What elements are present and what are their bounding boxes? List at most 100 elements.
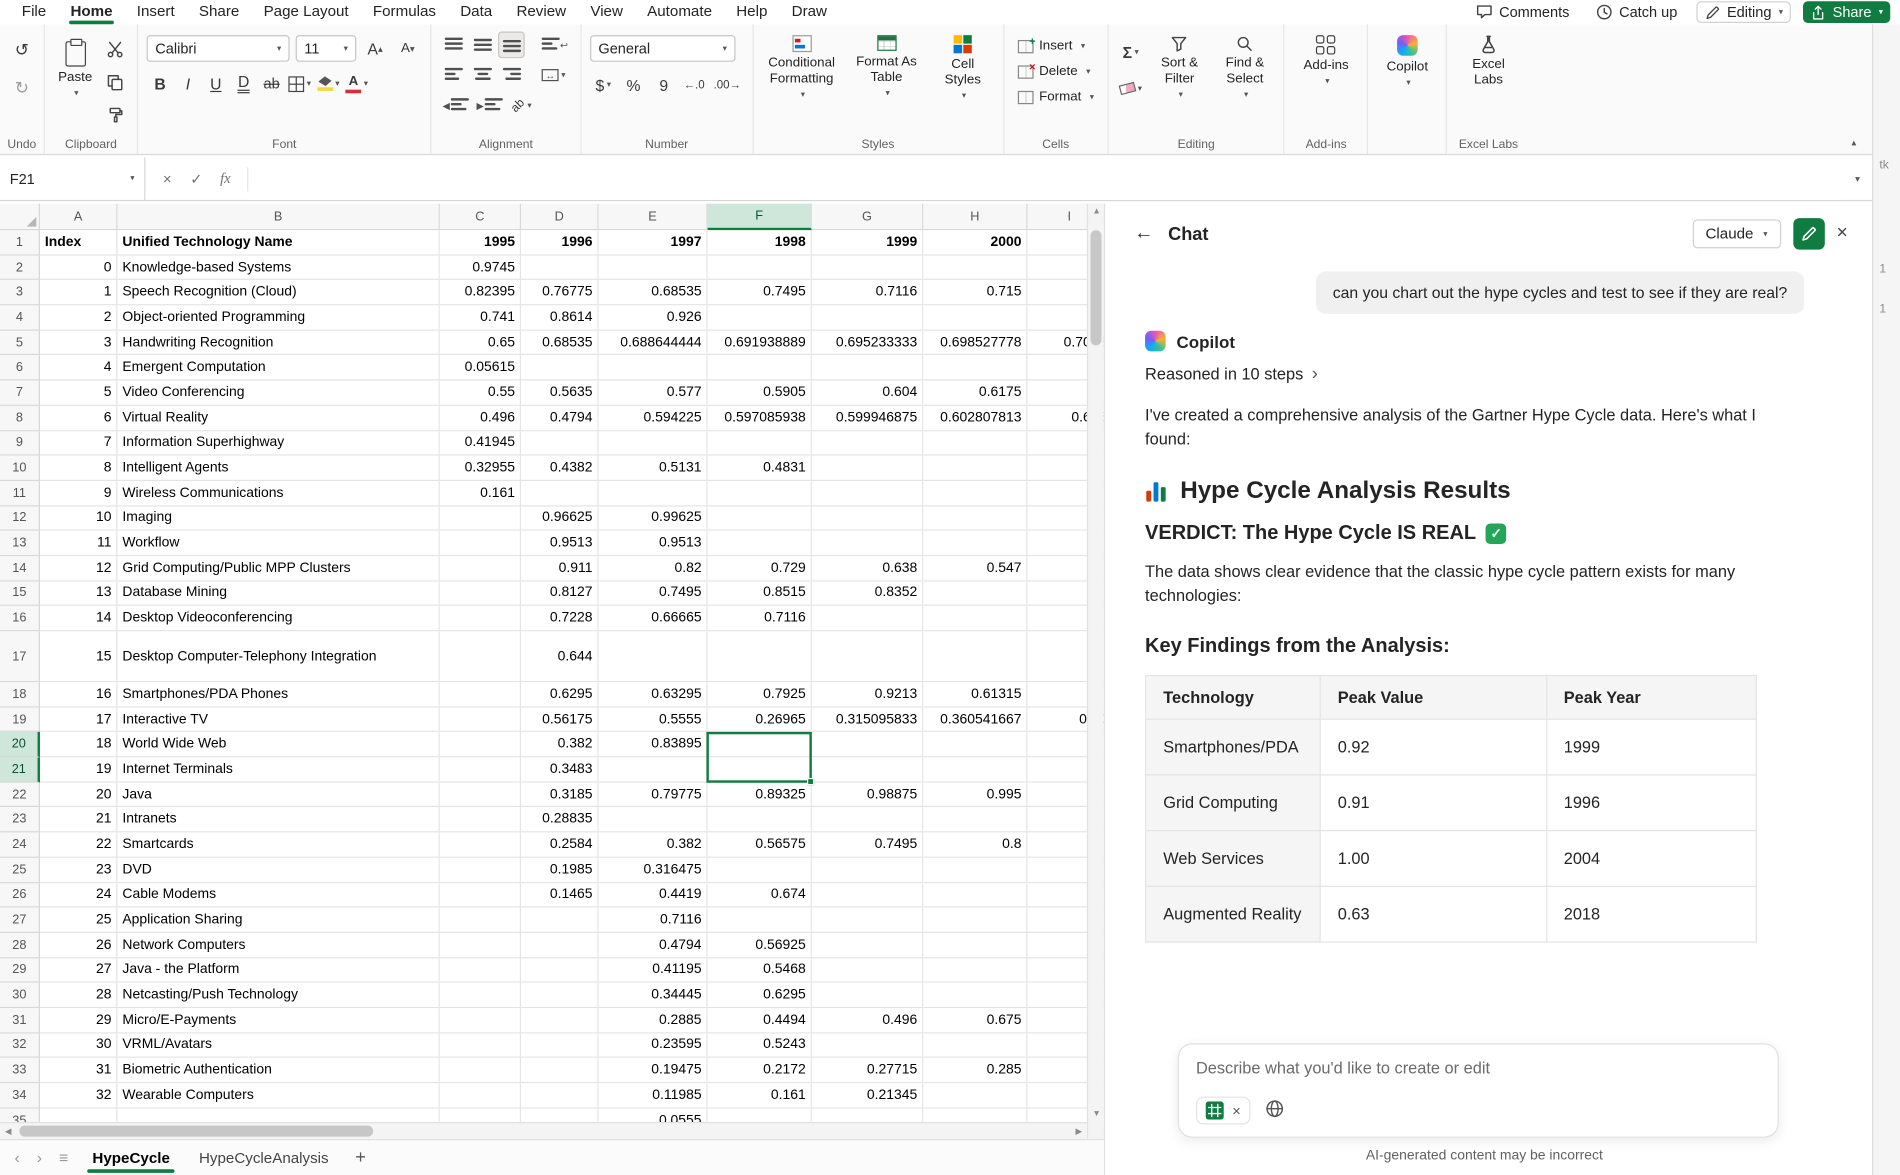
cell-F9[interactable]	[708, 431, 812, 456]
cell-A4[interactable]: 2	[40, 305, 118, 330]
all-sheets-menu-button[interactable]: ≡	[52, 1149, 76, 1167]
cell-F5[interactable]: 0.691938889	[708, 330, 812, 355]
row-header-24[interactable]: 24	[0, 833, 40, 858]
column-header-F[interactable]: F	[708, 204, 812, 231]
decrease-indent-button[interactable]: ◀	[440, 92, 472, 119]
cell-C24[interactable]	[440, 833, 521, 858]
cell-A13[interactable]: 11	[40, 531, 118, 556]
scroll-left-icon[interactable]: ◀	[5, 1127, 12, 1137]
cell-F19[interactable]: 0.26965	[708, 707, 812, 732]
menu-tab-insert[interactable]: Insert	[125, 0, 187, 24]
row-header-1[interactable]: 1	[0, 230, 40, 255]
cell-G20[interactable]	[812, 732, 923, 757]
cell-G8[interactable]: 0.599946875	[812, 406, 923, 431]
cell-C26[interactable]	[440, 883, 521, 908]
cell-B6[interactable]: Emergent Computation	[118, 356, 440, 381]
cell-F4[interactable]	[708, 305, 812, 330]
cell-D6[interactable]	[521, 356, 599, 381]
find-select-button[interactable]: Find & Select ▾	[1215, 32, 1276, 104]
row-header-4[interactable]: 4	[0, 305, 40, 330]
cell-F17[interactable]	[708, 631, 812, 682]
wrap-text-button[interactable]: ↩	[539, 32, 571, 59]
italic-button[interactable]: I	[175, 70, 202, 97]
cell-G29[interactable]	[812, 958, 923, 983]
cell-C12[interactable]	[440, 506, 521, 531]
cell-D16[interactable]: 0.7228	[521, 606, 599, 631]
cell-B5[interactable]: Handwriting Recognition	[118, 330, 440, 355]
cell-A31[interactable]: 29	[40, 1008, 118, 1033]
cell-F21[interactable]	[708, 757, 812, 782]
scroll-down-icon[interactable]: ▼	[1088, 1110, 1104, 1118]
cell-H16[interactable]	[923, 606, 1027, 631]
web-search-button[interactable]	[1265, 1099, 1284, 1122]
cell-B4[interactable]: Object-oriented Programming	[118, 305, 440, 330]
cell-B19[interactable]: Interactive TV	[118, 707, 440, 732]
cell-E9[interactable]	[599, 431, 708, 456]
cell-A22[interactable]: 20	[40, 782, 118, 807]
cell-H29[interactable]	[923, 958, 1027, 983]
cell-E22[interactable]: 0.79775	[599, 782, 708, 807]
cell-C16[interactable]	[440, 606, 521, 631]
cell-F16[interactable]: 0.7116	[708, 606, 812, 631]
format-painter-button[interactable]	[102, 102, 129, 129]
cell-F2[interactable]	[708, 255, 812, 280]
cell-B7[interactable]: Video Conferencing	[118, 381, 440, 406]
cell-B16[interactable]: Desktop Videoconferencing	[118, 606, 440, 631]
row-header-22[interactable]: 22	[0, 782, 40, 807]
cell-H34[interactable]	[923, 1083, 1027, 1108]
strikethrough-button[interactable]: ab	[258, 70, 285, 97]
cell-E20[interactable]: 0.83895	[599, 732, 708, 757]
cell-E18[interactable]: 0.63295	[599, 682, 708, 707]
sort-filter-button[interactable]: Sort & Filter ▾	[1149, 32, 1210, 104]
cell-A12[interactable]: 10	[40, 506, 118, 531]
remove-context-icon[interactable]: ×	[1232, 1102, 1241, 1119]
increase-decimal-button[interactable]: ←.0	[681, 71, 708, 98]
cell-A9[interactable]: 7	[40, 431, 118, 456]
cell-D21[interactable]: 0.3483	[521, 757, 599, 782]
row-header-23[interactable]: 23	[0, 808, 40, 833]
cell-D1[interactable]: 1996	[521, 230, 599, 255]
cell-H27[interactable]	[923, 908, 1027, 933]
cell-A32[interactable]: 30	[40, 1033, 118, 1058]
workbook-context-chip[interactable]: ×	[1196, 1097, 1251, 1125]
cell-H7[interactable]: 0.6175	[923, 381, 1027, 406]
row-header-26[interactable]: 26	[0, 883, 40, 908]
underline-button[interactable]: U	[203, 70, 230, 97]
cell-B15[interactable]: Database Mining	[118, 581, 440, 606]
cell-G18[interactable]: 0.9213	[812, 682, 923, 707]
cell-A25[interactable]: 23	[40, 858, 118, 883]
cell-G6[interactable]	[812, 356, 923, 381]
cell-G5[interactable]: 0.695233333	[812, 330, 923, 355]
cell-G34[interactable]: 0.21345	[812, 1083, 923, 1108]
cell-E27[interactable]: 0.7116	[599, 908, 708, 933]
menu-tab-draw[interactable]: Draw	[780, 0, 840, 24]
cell-H21[interactable]	[923, 757, 1027, 782]
cell-D10[interactable]: 0.4382	[521, 456, 599, 481]
cell-B12[interactable]: Imaging	[118, 506, 440, 531]
cell-F25[interactable]	[708, 858, 812, 883]
copy-button[interactable]	[102, 69, 129, 96]
menu-tab-page-layout[interactable]: Page Layout	[251, 0, 360, 24]
cell-B2[interactable]: Knowledge-based Systems	[118, 255, 440, 280]
cell-F3[interactable]: 0.7495	[708, 280, 812, 305]
cell-G2[interactable]	[812, 255, 923, 280]
cell-C7[interactable]: 0.55	[440, 381, 521, 406]
cell-D3[interactable]: 0.76775	[521, 280, 599, 305]
confirm-entry-button[interactable]: ✓	[184, 167, 208, 191]
menu-tab-view[interactable]: View	[578, 0, 635, 24]
cell-E29[interactable]: 0.41195	[599, 958, 708, 983]
cell-H31[interactable]: 0.675	[923, 1008, 1027, 1033]
cell-B10[interactable]: Intelligent Agents	[118, 456, 440, 481]
cell-D28[interactable]	[521, 933, 599, 958]
cell-G25[interactable]	[812, 858, 923, 883]
share-button[interactable]: Share ▾	[1804, 1, 1891, 23]
cell-E30[interactable]: 0.34445	[599, 983, 708, 1008]
decrease-font-size-button[interactable]: A▾	[395, 35, 422, 62]
cell-B14[interactable]: Grid Computing/Public MPP Clusters	[118, 556, 440, 581]
menu-tab-automate[interactable]: Automate	[635, 0, 724, 24]
cell-A14[interactable]: 12	[40, 556, 118, 581]
cell-H4[interactable]	[923, 305, 1027, 330]
cell-D19[interactable]: 0.56175	[521, 707, 599, 732]
number-format-select[interactable]: General ▾	[590, 35, 735, 62]
row-header-13[interactable]: 13	[0, 531, 40, 556]
